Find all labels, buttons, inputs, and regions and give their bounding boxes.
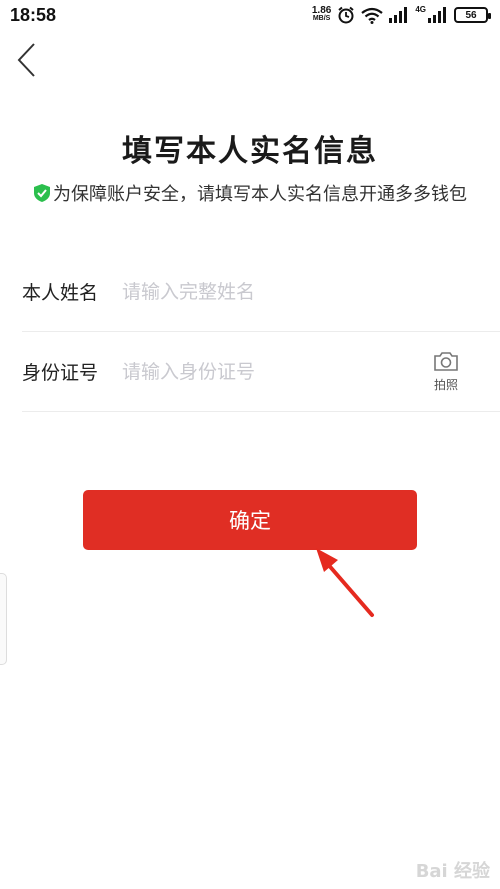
battery-level: 56 <box>465 9 477 21</box>
name-label: 本人姓名 <box>22 282 99 304</box>
camera-label: 拍照 <box>433 378 458 392</box>
id-number-input[interactable] <box>122 360 422 383</box>
status-time: 18:58 <box>10 4 57 25</box>
back-button[interactable] <box>14 42 44 78</box>
network-speed: 1.86 MB/S <box>311 5 332 23</box>
network-type: 4G <box>415 4 426 14</box>
name-row: 本人姓名 <box>22 252 500 332</box>
security-notice: 为保障账户安全，请填写本人实名信息开通多多钱包 <box>0 180 500 206</box>
annotation-arrow <box>316 548 374 617</box>
status-icons: 1.86 MB/S 4G 56 <box>311 4 491 24</box>
alarm-icon <box>338 6 354 24</box>
signal-icon-2 <box>428 7 446 23</box>
edge-drawer-handle[interactable] <box>0 573 7 665</box>
network-speed-unit: MB/S <box>312 15 331 22</box>
status-bar: 18:58 1.86 MB/S 4G 56 <box>0 0 500 30</box>
watermark: Bai 经验 <box>415 861 490 882</box>
id-row: 身份证号 拍照 <box>22 332 500 412</box>
name-input[interactable] <box>122 280 422 303</box>
security-notice-text: 为保障账户安全，请填写本人实名信息开通多多钱包 <box>53 184 467 205</box>
camera-button[interactable]: 拍照 <box>426 350 466 393</box>
camera-icon <box>434 352 458 371</box>
page-title: 填写本人实名信息 <box>122 134 378 169</box>
signal-icon <box>389 7 408 23</box>
shield-check-icon <box>34 184 50 202</box>
battery-indicator: 56 <box>454 7 491 23</box>
network-speed-value: 1.86 <box>311 5 332 16</box>
back-icon <box>17 43 35 77</box>
id-label: 身份证号 <box>22 362 99 384</box>
wifi-icon <box>361 7 384 24</box>
